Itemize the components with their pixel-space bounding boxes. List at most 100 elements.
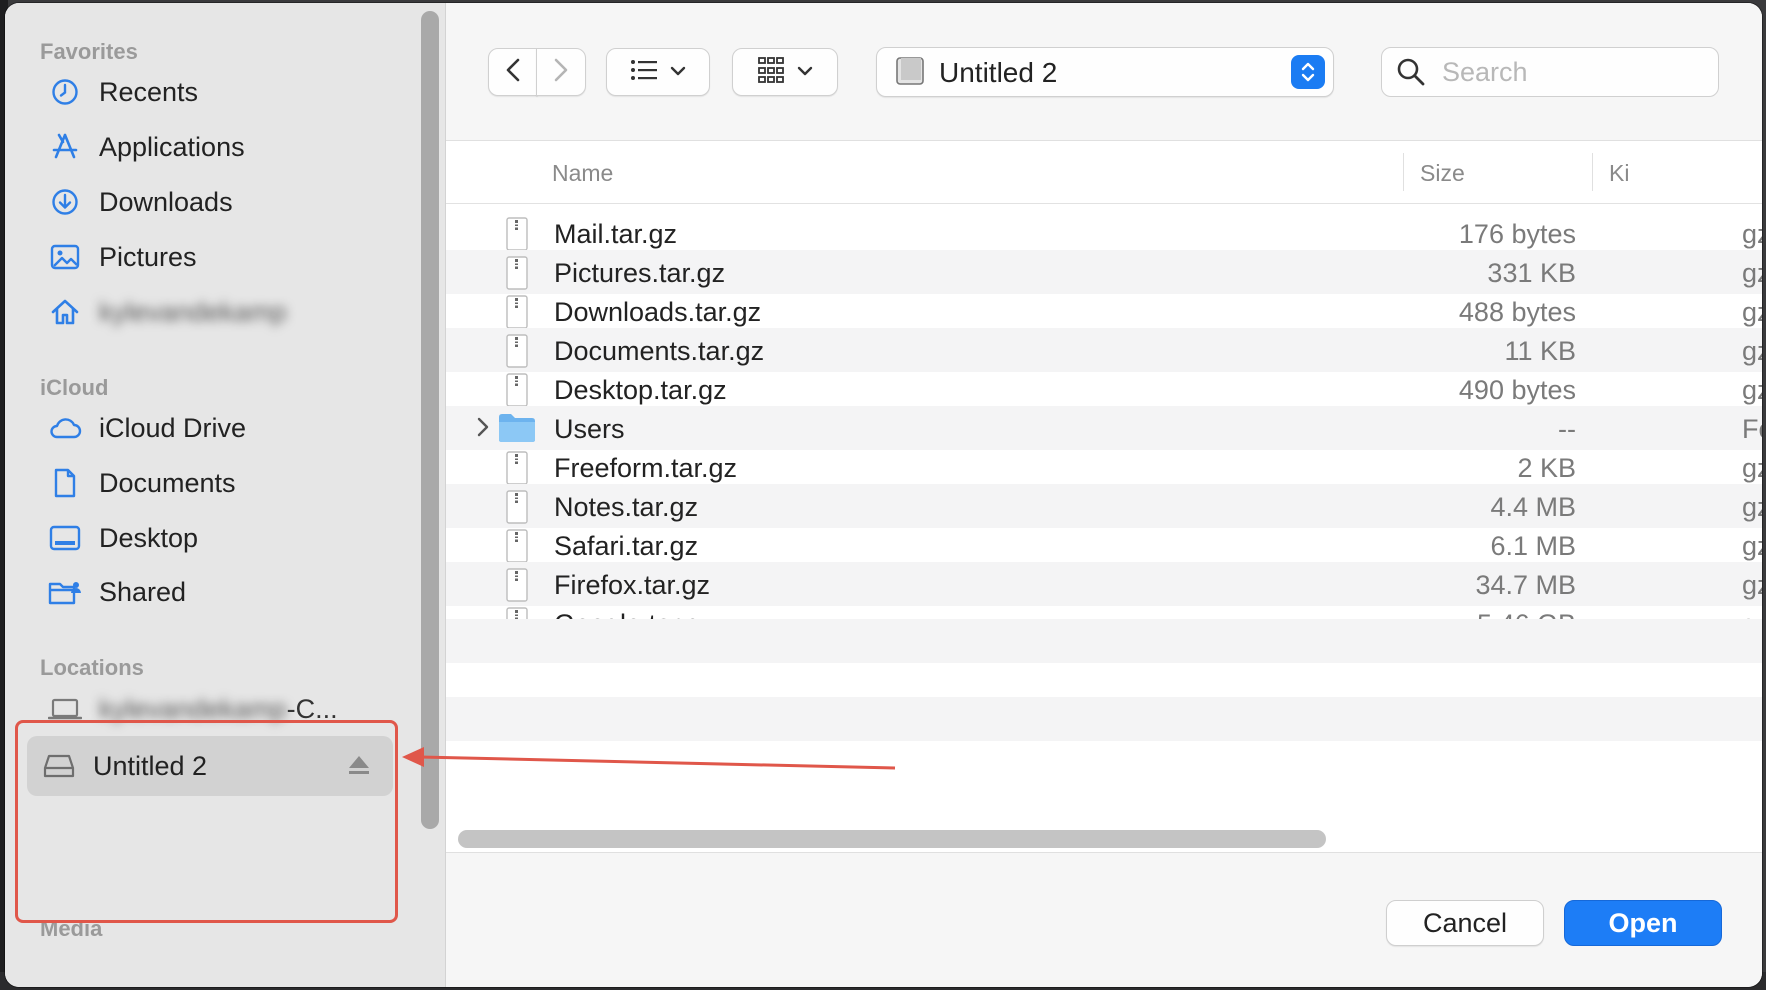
- cancel-button[interactable]: Cancel: [1386, 900, 1544, 946]
- shared-folder-icon: [47, 574, 83, 610]
- sidebar-item-label: Downloads: [99, 186, 233, 217]
- sidebar-item-downloads[interactable]: Downloads: [33, 179, 395, 225]
- file-size: 490 bytes: [1458, 375, 1576, 405]
- download-icon: [47, 184, 83, 220]
- file-name: Mail.tar.gz: [554, 219, 678, 249]
- file-name: Safari.tar.gz: [554, 531, 699, 561]
- sidebar-section-media: Media: [40, 916, 103, 941]
- chevron-left-icon: [506, 58, 520, 87]
- file-kind: gz: [1742, 531, 1762, 561]
- updown-chevron-icon: [1291, 55, 1325, 89]
- forward-button[interactable]: [536, 48, 586, 96]
- column-divider[interactable]: [1403, 153, 1404, 191]
- sidebar-item-shared[interactable]: Shared: [33, 569, 395, 615]
- laptop-icon: [47, 691, 83, 727]
- file-name: Downloads.tar.gz: [554, 297, 762, 327]
- sidebar-item-label: Applications: [99, 131, 245, 162]
- file-name: Pictures.tar.gz: [554, 258, 726, 288]
- file-kind: gz: [1742, 375, 1762, 405]
- file-name: Firefox.tar.gz: [554, 570, 711, 600]
- sidebar-item-label: kylevandekamp: [99, 296, 287, 327]
- column-header-size[interactable]: Size: [1420, 160, 1465, 187]
- sidebar-item-pictures[interactable]: Pictures: [33, 234, 395, 280]
- file-list: Name Size Ki Mail.tar.gz 176 bytes gz Pictu…: [446, 141, 1762, 851]
- file-name: Freeform.tar.gz: [554, 453, 738, 483]
- search-input[interactable]: [1440, 55, 1704, 89]
- file-kind: gz: [1742, 492, 1762, 522]
- external-drive-icon: [41, 748, 77, 784]
- clock-icon: [47, 74, 83, 110]
- drive-icon: [895, 56, 925, 91]
- sidebar-item-label: Pictures: [99, 241, 197, 272]
- location-popup[interactable]: Untitled 2: [876, 47, 1334, 97]
- document-icon: [47, 465, 83, 501]
- folder-row[interactable]: Users -- Fo: [446, 406, 1762, 450]
- applications-icon: [47, 129, 83, 165]
- sidebar-item-documents[interactable]: Documents: [33, 460, 395, 506]
- file-name: Notes.tar.gz: [554, 492, 699, 522]
- location-label: Untitled 2: [939, 57, 1058, 88]
- photo-icon: [47, 239, 83, 275]
- empty-row: [446, 658, 1762, 702]
- file-row[interactable]: Mail.tar.gz 176 bytes gz: [446, 211, 1762, 255]
- file-size: 11 KB: [1504, 336, 1576, 366]
- file-row[interactable]: Pictures.tar.gz 331 KB gz: [446, 250, 1762, 294]
- sidebar-item-icloud-drive[interactable]: iCloud Drive: [33, 405, 395, 451]
- sidebar-item-applications[interactable]: Applications: [33, 124, 395, 170]
- file-size: 2 KB: [1517, 453, 1576, 483]
- sidebar-item-home[interactable]: kylevandekamp: [33, 289, 395, 335]
- file-kind: gz: [1742, 336, 1762, 366]
- sidebar-item-recents[interactable]: Recents: [33, 69, 395, 115]
- column-header-kind[interactable]: Ki: [1609, 160, 1629, 187]
- column-divider[interactable]: [1592, 153, 1593, 191]
- search-icon: [1396, 57, 1426, 92]
- file-row[interactable]: Documents.tar.gz 11 KB gz: [446, 328, 1762, 372]
- file-kind: gz: [1742, 453, 1762, 483]
- folder-icon: [498, 413, 536, 448]
- file-row[interactable]: Firefox.tar.gz 34.7 MB gz: [446, 562, 1762, 606]
- file-kind: Fo: [1742, 414, 1762, 444]
- sidebar-item-untitled-2[interactable]: Untitled 2: [27, 736, 393, 796]
- sidebar-item-computer[interactable]: kylevandekamp -C...: [33, 686, 395, 732]
- grid-view-icon: [757, 56, 785, 89]
- home-icon: [47, 294, 83, 330]
- file-size: 176 bytes: [1458, 219, 1576, 249]
- file-size: --: [1558, 414, 1576, 444]
- file-name: Users: [554, 414, 625, 444]
- sidebar-scrollbar[interactable]: [421, 11, 439, 829]
- sidebar-item-label: Recents: [99, 76, 199, 107]
- file-row[interactable]: Freeform.tar.gz 2 KB gz: [446, 445, 1762, 489]
- group-view-button[interactable]: [732, 48, 838, 96]
- list-view-button[interactable]: [606, 48, 710, 96]
- toolbar: Untitled 2: [446, 3, 1762, 141]
- file-name: Desktop.tar.gz: [554, 375, 727, 405]
- search-field[interactable]: [1381, 47, 1719, 97]
- column-header: Name Size Ki: [446, 141, 1762, 204]
- file-row[interactable]: Notes.tar.gz 4.4 MB gz: [446, 484, 1762, 528]
- open-button[interactable]: Open: [1564, 900, 1722, 946]
- file-kind: gz: [1742, 297, 1762, 327]
- file-row[interactable]: Downloads.tar.gz 488 bytes gz: [446, 289, 1762, 333]
- file-name: Documents.tar.gz: [554, 336, 765, 366]
- horizontal-scrollbar[interactable]: [458, 830, 1326, 848]
- file-row[interactable]: Desktop.tar.gz 490 bytes gz: [446, 367, 1762, 411]
- chevron-right-icon: [554, 58, 568, 87]
- file-size: 331 KB: [1487, 258, 1576, 288]
- sidebar-item-label: Untitled 2: [93, 750, 208, 781]
- sidebar-item-label: Documents: [99, 467, 236, 498]
- disclosure-chevron-icon[interactable]: [476, 416, 490, 443]
- file-row[interactable]: Safari.tar.gz 6.1 MB gz: [446, 523, 1762, 567]
- sidebar-section-favorites: Favorites: [40, 39, 138, 64]
- eject-icon[interactable]: [347, 754, 371, 781]
- open-file-dialog: Favorites Recents Applications Downloads…: [5, 3, 1762, 987]
- back-button[interactable]: [488, 48, 538, 96]
- list-view-icon: [630, 59, 658, 86]
- sidebar-item-label: Desktop: [99, 522, 199, 553]
- file-kind: gz: [1742, 570, 1762, 600]
- file-size: 6.1 MB: [1490, 531, 1576, 561]
- column-header-name[interactable]: Name: [552, 160, 613, 187]
- sidebar-item-desktop[interactable]: Desktop: [33, 515, 395, 561]
- sidebar-item-label: iCloud Drive: [99, 412, 247, 443]
- desktop-icon: [47, 520, 83, 556]
- chevron-down-icon: [670, 63, 686, 81]
